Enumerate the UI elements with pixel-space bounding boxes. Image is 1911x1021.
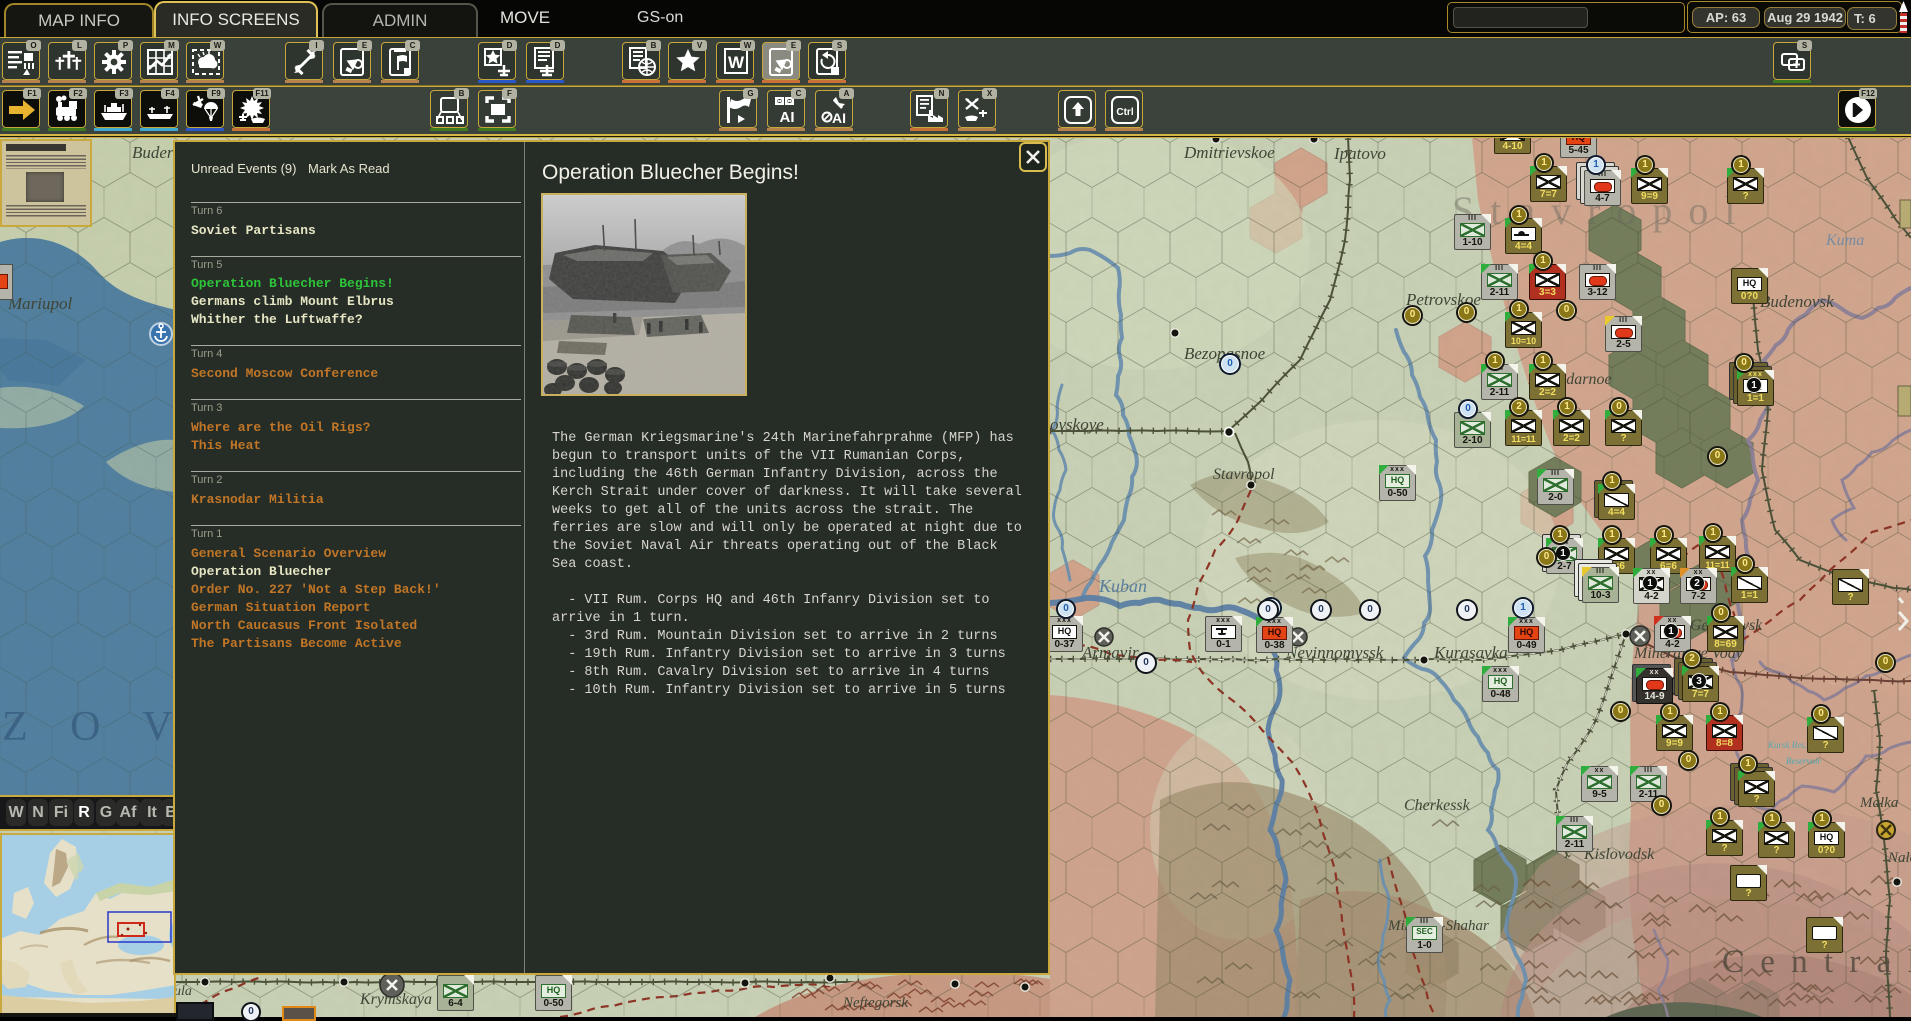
svg-text:AI: AI [832,110,846,125]
svg-text:Kurasavka: Kurasavka [1433,643,1508,662]
svg-text:Cherkessk: Cherkessk [1404,797,1471,814]
svg-text:Malka: Malka [1859,795,1898,811]
svg-text:Nalchik: Nalchik [1887,850,1911,866]
svg-text:ovskoye: ovskoye [1050,415,1104,434]
svg-text:Kursk Res.: Kursk Res. [1767,740,1807,750]
svg-text:Dmitrievskoe: Dmitrievskoe [1183,143,1275,162]
svg-text:Mariupol: Mariupol [7,294,73,313]
svg-text:Budenovsk: Budenovsk [1760,292,1834,311]
svg-text:Armavir: Armavir [1081,643,1139,662]
svg-text:ula: ula [174,984,192,999]
svg-text:Reservoir: Reservoir [1785,756,1821,766]
svg-text:Z O V: Z O V [2,704,189,750]
svg-text:Stavropol: Stavropol [1213,466,1275,483]
svg-text:AI: AI [780,109,795,125]
svg-text:Nevinnomyssk: Nevinnomyssk [1285,643,1384,662]
svg-text:W: W [728,53,745,72]
svg-text:Kuban: Kuban [1098,576,1147,596]
svg-text:Buder: Buder [132,143,174,162]
svg-text:Kuma: Kuma [1825,232,1864,249]
svg-text:Neftegorsk: Neftegorsk [842,995,908,1011]
svg-text:Ctrl: Ctrl [1116,107,1133,118]
svg-text:Ipatovo: Ipatovo [1333,144,1386,163]
svg-text:Kislovodsk: Kislovodsk [1583,846,1655,863]
svg-text:Krymskaya: Krymskaya [359,991,432,1008]
